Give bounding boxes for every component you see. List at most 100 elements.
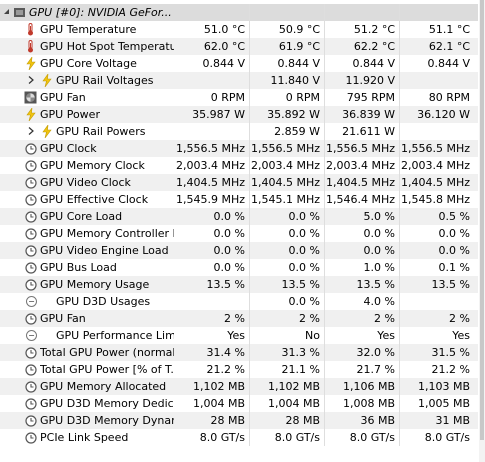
sensor-name-cell[interactable]: GPU Rail Powers	[0, 123, 174, 140]
sensor-row[interactable]: GPU Rail Powers 2.859 W 21.611 W	[0, 123, 478, 140]
sensor-table: GPU [#0]: NVIDIA GeFor... GPU Temperatur…	[0, 0, 485, 462]
sensor-row[interactable]: GPU Core Voltage 0.844 V 0.844 V 0.844 V 0.8…	[0, 55, 478, 72]
sensor-value-col-4: 36.120 W	[399, 106, 474, 123]
sensor-value-col-3: 0.0 %	[324, 242, 399, 259]
collapse-arrow-icon[interactable]	[2, 7, 12, 17]
header-name-cell[interactable]: GPU [#0]: NVIDIA GeFor...	[0, 4, 174, 21]
sensor-row[interactable]: GPU Core Load 0.0 % 0.0 % 5.0 % 0.5 %	[0, 208, 478, 225]
sensor-label: GPU Video Clock	[40, 176, 131, 189]
sensor-value-col-4: 31 MB	[399, 412, 474, 429]
sensor-row[interactable]: GPU D3D Memory Dedica... 1,004 MB 1,004 MB…	[0, 395, 478, 412]
clock-icon	[24, 193, 37, 206]
sensor-value-col-1: 21.2 %	[206, 363, 245, 376]
sensor-name-cell[interactable]: GPU Temperature	[0, 21, 174, 38]
sensor-name-cell[interactable]: GPU Memory Usage	[0, 276, 174, 293]
expand-circle-icon[interactable]: −	[26, 330, 37, 341]
sensor-name-cell[interactable]: GPU Video Clock	[0, 174, 174, 191]
scrollbar-thumb[interactable]	[480, 0, 484, 440]
sensor-row[interactable]: GPU Memory Clock 2,003.4 MHz 2,003.4 MHz 2,…	[0, 157, 478, 174]
sensor-name-cell[interactable]: GPU Power	[0, 106, 174, 123]
sensor-name-cell[interactable]: GPU Memory Clock	[0, 157, 174, 174]
sensor-row[interactable]: GPU Video Engine Load 0.0 % 0.0 % 0.0 % 0.0 …	[0, 242, 478, 259]
sensor-row[interactable]: GPU Rail Voltages 11.840 V 11.920 V	[0, 72, 478, 89]
sensor-label: GPU Temperature	[40, 23, 137, 36]
sensor-name-cell[interactable]: Total GPU Power [% of T...	[0, 361, 174, 378]
sensor-name-cell[interactable]: GPU Fan	[0, 310, 174, 327]
expand-circle-icon[interactable]: −	[26, 296, 37, 307]
sensor-label: GPU Fan	[40, 312, 86, 325]
sensor-value-col-1: 0.0 %	[213, 244, 245, 257]
sensor-value-col-1: 35.987 W	[192, 108, 245, 121]
sensor-value-col-1: 0.844 V	[202, 57, 245, 70]
sensor-name-cell[interactable]: − GPU D3D Usages	[0, 293, 174, 310]
sensor-name-cell[interactable]: GPU Fan	[0, 89, 174, 106]
sensor-row[interactable]: GPU Effective Clock 1,545.9 MHz 1,545.1 MH…	[0, 191, 478, 208]
sensor-row[interactable]: −GPU Performance LimitsYesNoYesYes	[0, 327, 478, 344]
sensor-name-cell[interactable]: − GPU Performance Limits	[0, 327, 174, 344]
sensor-value-col-1: 8.0 GT/s	[199, 431, 245, 444]
sensor-value-col-4: 51.1 °C	[399, 21, 474, 38]
sensor-value-col-4: 1,556.5 MHz	[399, 140, 474, 157]
sensor-value-col-2: 0 RPM	[249, 89, 324, 106]
sensor-value-col-3: 0.0 %	[324, 225, 399, 242]
header-col-1	[174, 4, 249, 21]
sensor-name-cell[interactable]: GPU D3D Memory Dynamic	[0, 412, 174, 429]
sensor-row[interactable]: GPU Temperature 51.0 °C 50.9 °C 51.2 °C 51.1…	[0, 21, 478, 38]
sensor-name-cell[interactable]: GPU D3D Memory Dedica...	[0, 395, 174, 412]
sensor-row[interactable]: GPU Bus Load 0.0 % 0.0 % 1.0 % 0.1 %	[0, 259, 478, 276]
sensor-row[interactable]: GPU Hot Spot Temperature 62.0 °C 61.9 °C 62…	[0, 38, 478, 55]
sensor-name-cell[interactable]: GPU Bus Load	[0, 259, 174, 276]
sensor-name-cell[interactable]: GPU Hot Spot Temperature	[0, 38, 174, 55]
sensor-value-col-3: Yes	[324, 327, 399, 344]
sensor-name-cell[interactable]: GPU Clock	[0, 140, 174, 157]
sensor-value-col-4: 0.0 %	[399, 225, 474, 242]
sensor-name-cell[interactable]: GPU Core Voltage	[0, 55, 174, 72]
sensor-label: Total GPU Power [% of T...	[40, 363, 174, 376]
sensor-name-cell[interactable]: GPU Effective Clock	[0, 191, 174, 208]
sensor-row[interactable]: GPU Fan 2 % 2 % 2 % 2 %	[0, 310, 478, 327]
sensor-row[interactable]: Total GPU Power (normali...31.4 %31.3 %3…	[0, 344, 478, 361]
sensor-row[interactable]: GPU Power 35.987 W 35.892 W 36.839 W 36.120 …	[0, 106, 478, 123]
sensor-row[interactable]: GPU Video Clock 1,404.5 MHz 1,404.5 MHz 1,4…	[0, 174, 478, 191]
sensor-row[interactable]: GPU Memory Usage 13.5 % 13.5 % 13.5 % 13.5 %	[0, 276, 478, 293]
sensor-value-col-1: 1,004 MB	[192, 397, 245, 410]
sensor-name-cell[interactable]: PCIe Link Speed	[0, 429, 174, 446]
sensor-row[interactable]: PCIe Link Speed 8.0 GT/s 8.0 GT/s 8.0 GT/s 8…	[0, 429, 478, 446]
sensor-name-cell[interactable]: GPU Memory Allocated	[0, 378, 174, 395]
sensor-value-col-3: 11.920 V	[324, 72, 399, 89]
sensor-name-cell[interactable]: Total GPU Power (normali...	[0, 344, 174, 361]
sensor-value-col-2: 0.0 %	[249, 259, 324, 276]
sensor-label: GPU Power	[40, 108, 100, 121]
lightning-icon	[40, 125, 53, 138]
sensor-row[interactable]: GPU Fan 0 RPM 0 RPM 795 RPM 80 RPM	[0, 89, 478, 106]
sensor-row[interactable]: GPU D3D Memory Dynamic28 MB28 MB36 MB31 …	[0, 412, 478, 429]
clock-icon	[24, 227, 37, 240]
expand-chevron-icon[interactable]	[26, 126, 36, 136]
gpu-group-header[interactable]: GPU [#0]: NVIDIA GeFor...	[0, 4, 478, 21]
sensor-row[interactable]: − GPU D3D Usages 0.0 % 4.0 %	[0, 293, 478, 310]
sensor-value-col-2: 2.859 W	[249, 123, 324, 140]
clock-icon	[24, 278, 37, 291]
sensor-name-cell[interactable]: GPU Memory Controller L...	[0, 225, 174, 242]
lightning-icon	[24, 57, 37, 70]
sensor-row[interactable]: Total GPU Power [% of T... 21.2 % 21.1 % 21…	[0, 361, 478, 378]
sensor-value-col-3: 4.0 %	[324, 293, 399, 310]
vertical-scrollbar[interactable]	[479, 0, 485, 462]
sensor-row[interactable]: GPU Memory Controller L...0.0 %0.0 %0.0 …	[0, 225, 478, 242]
sensor-row[interactable]: GPU Memory Allocated 1,102 MB 1,102 MB 1,10…	[0, 378, 478, 395]
sensor-name-cell[interactable]: GPU Core Load	[0, 208, 174, 225]
gpu-chip-icon	[13, 6, 26, 19]
sensor-value-col-1: 1,545.9 MHz	[175, 193, 245, 206]
sensor-row[interactable]: GPU Clock 1,556.5 MHz 1,556.5 MHz 1,556.5 M…	[0, 140, 478, 157]
sensor-value-col-3: 795 RPM	[324, 89, 399, 106]
clock-icon	[24, 159, 37, 172]
sensor-value-col-3: 1,008 MB	[324, 395, 399, 412]
sensor-name-cell[interactable]: GPU Rail Voltages	[0, 72, 174, 89]
clock-icon	[24, 380, 37, 393]
sensor-value-col-2: 1,556.5 MHz	[249, 140, 324, 157]
sensor-label: GPU Memory Controller L...	[40, 227, 174, 240]
expand-chevron-icon[interactable]	[26, 75, 36, 85]
sensor-value-col-3: 13.5 %	[324, 276, 399, 293]
sensor-name-cell[interactable]: GPU Video Engine Load	[0, 242, 174, 259]
sensor-value-col-3: 1,106 MB	[324, 378, 399, 395]
